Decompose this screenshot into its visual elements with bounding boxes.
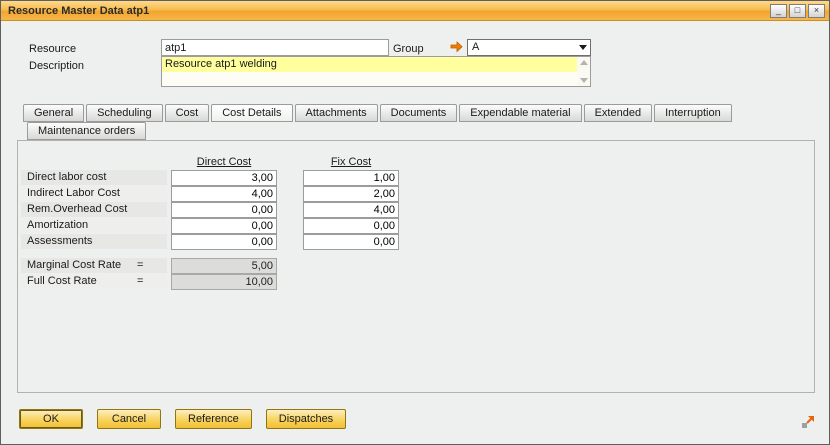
marginal-cost-rate-label: Marginal Cost Rate [21, 258, 137, 273]
direct-cost-column-header: Direct Cost [171, 155, 277, 169]
tab-extended[interactable]: Extended [584, 104, 652, 122]
description-text-area: Resource atp1 welding [162, 57, 577, 86]
window-titlebar[interactable]: Resource Master Data atp1 _ □ × [1, 1, 829, 21]
assessments-fix-cost-input[interactable] [303, 234, 399, 250]
row-label: Amortization [21, 218, 167, 233]
cancel-button[interactable]: Cancel [97, 409, 161, 429]
tab-cost[interactable]: Cost [165, 104, 210, 122]
minimize-button[interactable]: _ [770, 4, 787, 18]
indirect-labor-direct-cost-input[interactable] [171, 186, 277, 202]
marginal-cost-rate-row: Marginal Cost Rate = 5,00 [21, 258, 277, 274]
tab-attachments[interactable]: Attachments [295, 104, 378, 122]
fix-cost-column-header: Fix Cost [303, 155, 399, 169]
amortization-fix-cost-input[interactable] [303, 218, 399, 234]
reference-button[interactable]: Reference [175, 409, 252, 429]
maximize-button[interactable]: □ [789, 4, 806, 18]
assessments-direct-cost-input[interactable] [171, 234, 277, 250]
tab-interruption[interactable]: Interruption [654, 104, 732, 122]
row-label: Direct labor cost [21, 170, 167, 185]
tab-general[interactable]: General [23, 104, 84, 122]
tab-maintenance-orders[interactable]: Maintenance orders [27, 122, 146, 140]
scroll-down-icon[interactable] [580, 78, 588, 83]
group-label: Group [393, 42, 424, 56]
ok-button[interactable]: OK [19, 409, 83, 429]
row-label: Indirect Labor Cost [21, 186, 167, 201]
indirect-labor-fix-cost-input[interactable] [303, 186, 399, 202]
resource-label: Resource [29, 42, 76, 56]
group-value: A [468, 40, 576, 55]
direct-labor-fix-cost-input[interactable] [303, 170, 399, 186]
row-label: Rem.Overhead Cost [21, 202, 167, 217]
group-dropdown[interactable]: A [467, 39, 591, 56]
table-row: Amortization [21, 218, 399, 234]
full-cost-rate-row: Full Cost Rate = 10,00 [21, 274, 277, 290]
resize-form-icon[interactable] [801, 415, 815, 429]
table-row: Indirect Labor Cost [21, 186, 399, 202]
full-cost-rate-label: Full Cost Rate [21, 274, 137, 289]
footer-buttons: OK Cancel Reference Dispatches [19, 409, 346, 429]
rem-overhead-direct-cost-input[interactable] [171, 202, 277, 218]
tab-bar: General Scheduling Cost Cost Details Att… [23, 104, 734, 122]
equals-sign: = [137, 258, 167, 273]
cost-rows: Direct labor cost Indirect Labor Cost Re… [21, 170, 399, 250]
cost-totals: Marginal Cost Rate = 5,00 Full Cost Rate… [21, 258, 277, 290]
link-arrow-icon[interactable] [450, 41, 463, 56]
window-title: Resource Master Data atp1 [5, 5, 770, 17]
amortization-direct-cost-input[interactable] [171, 218, 277, 234]
window-controls: _ □ × [770, 4, 825, 18]
tab-documents[interactable]: Documents [380, 104, 458, 122]
table-row: Direct labor cost [21, 170, 399, 186]
tab-bar-row2: Maintenance orders [27, 122, 148, 140]
description-label: Description [29, 59, 84, 73]
tab-scheduling[interactable]: Scheduling [86, 104, 162, 122]
scroll-up-icon[interactable] [580, 60, 588, 65]
resource-master-data-window: Resource Master Data atp1 _ □ × Resource… [0, 0, 830, 445]
description-field[interactable]: Resource atp1 welding [161, 56, 591, 87]
table-row: Assessments [21, 234, 399, 250]
direct-labor-direct-cost-input[interactable] [171, 170, 277, 186]
dispatches-button[interactable]: Dispatches [266, 409, 346, 429]
resource-input[interactable] [161, 39, 389, 56]
table-row: Rem.Overhead Cost [21, 202, 399, 218]
tab-expendable-material[interactable]: Expendable material [459, 104, 581, 122]
tab-cost-details[interactable]: Cost Details [211, 104, 292, 122]
dropdown-arrow-icon[interactable] [576, 40, 590, 55]
rem-overhead-fix-cost-input[interactable] [303, 202, 399, 218]
description-scrollbar[interactable] [577, 57, 590, 86]
description-text: Resource atp1 welding [162, 57, 577, 72]
equals-sign: = [137, 274, 167, 289]
marginal-cost-rate-value: 5,00 [171, 258, 277, 274]
full-cost-rate-value: 10,00 [171, 274, 277, 290]
close-button[interactable]: × [808, 4, 825, 18]
row-label: Assessments [21, 234, 167, 249]
